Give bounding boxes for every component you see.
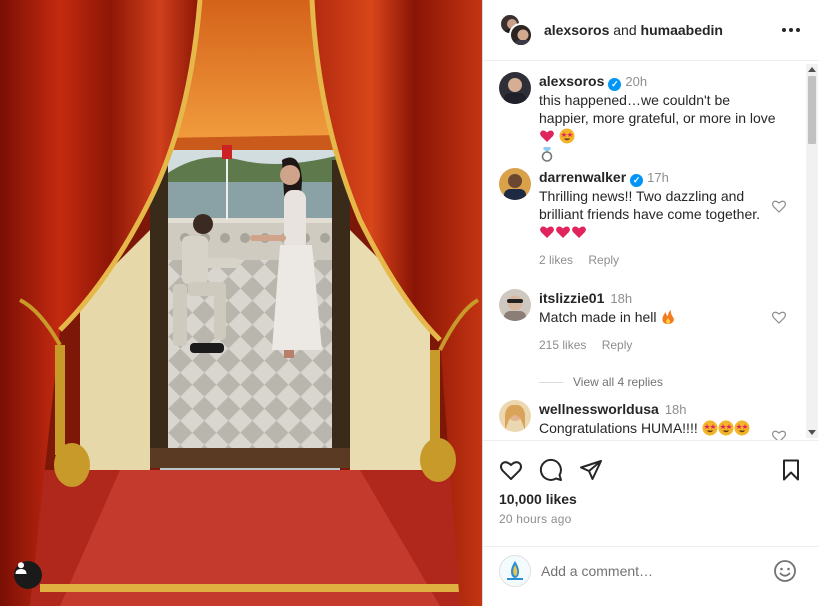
ring-icon (541, 147, 553, 162)
post-photo[interactable] (0, 0, 482, 606)
heart-icon[interactable] (771, 428, 787, 440)
comment-username[interactable]: itslizzie01 (539, 290, 604, 306)
comment-meta: 215 likes Reply (539, 336, 779, 354)
comment-text: Match made in hell (539, 308, 779, 326)
comments-list[interactable]: alexsoros ✓ 20h this happened…we couldn't … (483, 62, 819, 440)
likes-count[interactable]: 10,000 likes (499, 491, 577, 507)
add-comment-bar (483, 546, 819, 606)
verified-badge-icon: ✓ (608, 78, 622, 91)
avatar[interactable] (499, 168, 531, 200)
reply-button[interactable]: Reply (588, 253, 619, 267)
post-header: alexsoros and humaabedin (483, 0, 819, 61)
avatar[interactable] (499, 400, 531, 432)
comment-input[interactable] (541, 557, 761, 585)
more-horizontal-icon (782, 28, 786, 32)
post-timestamp[interactable]: 20 hours ago (499, 512, 571, 526)
comment-text: Congratulations HUMA!!!! (539, 419, 779, 437)
authors-joiner: and (613, 22, 637, 38)
scroll-up-icon[interactable] (808, 67, 816, 72)
comment-time[interactable]: 17h (647, 170, 669, 185)
avatar[interactable] (499, 289, 531, 321)
comments-scrollbar[interactable] (806, 64, 818, 438)
bookmark-icon[interactable] (779, 458, 803, 482)
comment-username[interactable]: wellnessworldusa (539, 401, 659, 417)
comment-text: this happened…we couldn't be happier, mo… (539, 91, 779, 163)
coauthor-name[interactable]: humaabedin (641, 22, 723, 38)
author-name[interactable]: alexsoros (544, 22, 609, 38)
tagged-users-button[interactable] (14, 561, 42, 589)
emoji-picker-icon[interactable] (773, 559, 797, 583)
star-struck-icon (702, 420, 718, 436)
avatar[interactable] (499, 72, 531, 104)
red-heart-icon (540, 226, 554, 238)
current-user-avatar (499, 555, 531, 587)
more-options-button[interactable] (781, 22, 801, 38)
red-heart-icon (556, 226, 570, 238)
person-icon (15, 562, 27, 574)
comment-likes-count[interactable]: 2 likes (539, 253, 573, 267)
star-struck-icon (559, 128, 575, 144)
comment-time[interactable]: 18h (610, 291, 632, 306)
comment-likes-count[interactable]: 215 likes (539, 338, 586, 352)
collab-avatars[interactable] (499, 13, 533, 47)
comment-text: Thrilling news!! Two dazzling and brilli… (539, 187, 779, 241)
verified-badge-icon: ✓ (630, 174, 644, 187)
scroll-down-icon[interactable] (808, 430, 816, 435)
avatar-alexsoros[interactable] (509, 23, 533, 47)
comment-meta: 2 likes Reply (539, 251, 779, 269)
fire-icon (662, 310, 675, 324)
comment-time[interactable]: 18h (665, 402, 687, 417)
heart-icon[interactable] (499, 458, 523, 482)
view-replies-label: View all 4 replies (573, 375, 663, 389)
scrollbar-thumb[interactable] (808, 76, 816, 144)
post-authors[interactable]: alexsoros and humaabedin (544, 22, 723, 38)
comment-username[interactable]: darrenwalker (539, 169, 626, 185)
share-icon[interactable] (579, 458, 603, 482)
proposal-photo-illustration (0, 0, 482, 606)
post-side-panel: alexsoros and humaabedin alexsoros ✓ 20h t… (482, 0, 820, 606)
red-heart-icon (572, 226, 586, 238)
reply-button[interactable]: Reply (602, 338, 633, 352)
heart-icon[interactable] (771, 198, 787, 214)
heart-icon[interactable] (771, 309, 787, 325)
post-actions: 10,000 likes 20 hours ago (483, 440, 819, 546)
view-replies-button[interactable]: View all 4 replies (539, 375, 663, 389)
comment-icon[interactable] (539, 458, 563, 482)
red-heart-icon (540, 130, 554, 142)
star-struck-icon (718, 420, 734, 436)
star-struck-icon (734, 420, 750, 436)
comment-time[interactable]: 20h (625, 74, 647, 89)
replies-divider (539, 381, 563, 383)
comment-username[interactable]: alexsoros (539, 73, 604, 89)
